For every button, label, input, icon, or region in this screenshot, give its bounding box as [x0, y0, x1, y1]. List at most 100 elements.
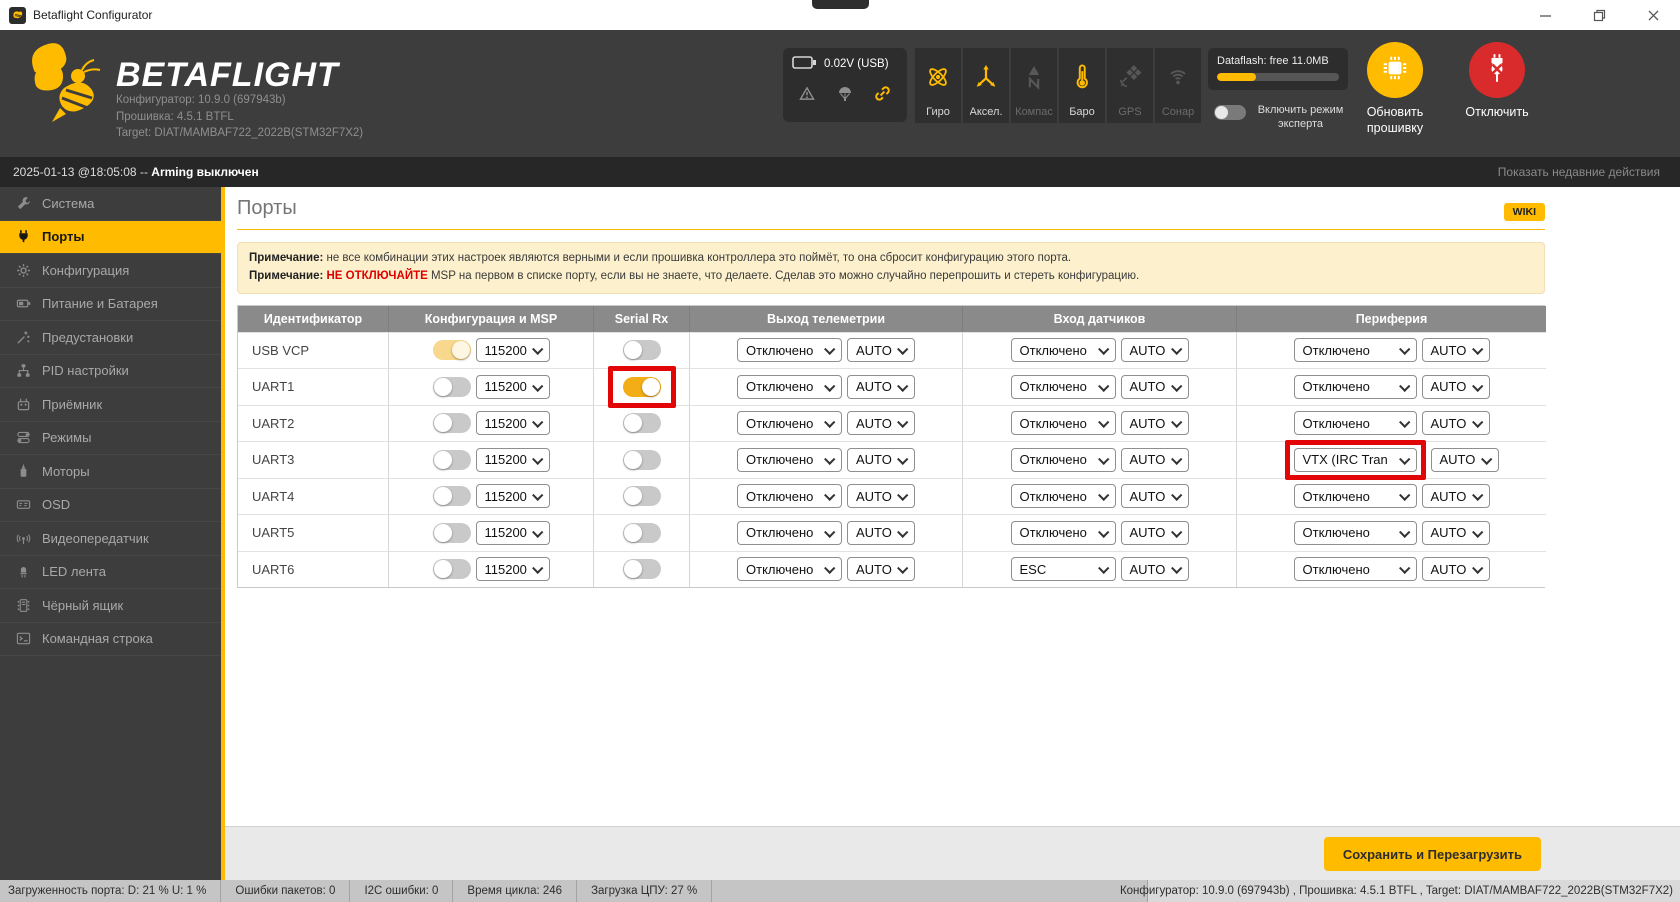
sidebar-item-gear[interactable]: Конфигурация	[0, 254, 221, 288]
telemetry-baud-select[interactable]: AUTO	[847, 338, 915, 363]
serial-rx-toggle[interactable]	[622, 486, 661, 507]
sensor-baud-select[interactable]: AUTO	[1120, 411, 1189, 436]
sidebar-item-plug[interactable]: Порты	[0, 220, 221, 254]
save-reboot-button[interactable]: Сохранить и Перезагрузить	[1323, 837, 1541, 871]
sensor-input-select[interactable]: Отключено	[1010, 520, 1116, 545]
sensor-label: GPS	[1118, 106, 1142, 118]
sensor-input-cell: Отключено AUTO	[963, 331, 1237, 369]
restore-button[interactable]	[1572, 0, 1626, 30]
sensor-input-cell: Отключено AUTO	[963, 368, 1237, 405]
telemetry-select[interactable]: Отключено	[737, 557, 842, 582]
serial-rx-toggle[interactable]	[622, 449, 661, 470]
sensor-baud-select[interactable]: AUTO	[1120, 557, 1189, 582]
telemetry-baud-select[interactable]: AUTO	[847, 484, 915, 509]
telemetry-select[interactable]: Отключено	[737, 484, 842, 509]
telemetry-select[interactable]: Отключено	[737, 520, 842, 545]
telemetry-baud-select[interactable]: AUTO	[847, 557, 915, 582]
msp-baud-select[interactable]: 115200	[475, 338, 550, 363]
peripheral-select[interactable]: Отключено	[1293, 484, 1417, 509]
telemetry-baud-select[interactable]: AUTO	[847, 374, 915, 399]
serial-rx-toggle[interactable]	[622, 413, 661, 434]
msp-baud-select[interactable]: 115200	[475, 484, 550, 509]
sidebar-item-label: Приёмник	[42, 396, 103, 412]
msp-toggle[interactable]	[432, 340, 471, 361]
sonar-icon	[1165, 48, 1191, 106]
sensor-baud-select[interactable]: AUTO	[1120, 338, 1189, 363]
update-firmware-button[interactable]: Обновить прошивку	[1340, 42, 1450, 136]
serial-rx-toggle[interactable]	[622, 340, 661, 361]
peripheral-baud-select[interactable]: AUTO	[1421, 484, 1490, 509]
sidebar-item-terminal[interactable]: Командная строка	[0, 623, 221, 656]
msp-baud-select[interactable]: 115200	[475, 520, 550, 545]
sidebar-item-wrench[interactable]: Система	[0, 187, 221, 221]
peripheral-baud-select[interactable]: AUTO	[1430, 447, 1499, 472]
telemetry-select[interactable]: Отключено	[737, 447, 842, 472]
telemetry-baud-select[interactable]: AUTO	[847, 447, 915, 472]
expert-mode-label: Включить режим эксперта	[1257, 104, 1344, 131]
expert-mode-toggle[interactable]	[1214, 105, 1246, 120]
sensor-input-select[interactable]: Отключено	[1010, 484, 1116, 509]
telemetry-select[interactable]: Отключено	[737, 374, 842, 399]
peripheral-baud-select[interactable]: AUTO	[1421, 520, 1490, 545]
peripheral-baud-select[interactable]: AUTO	[1421, 374, 1490, 399]
telemetry-baud-select[interactable]: AUTO	[847, 411, 915, 436]
telemetry-select[interactable]: Отключено	[737, 411, 842, 436]
sidebar-item-wand[interactable]: Предустановки	[0, 321, 221, 355]
sidebar-item-antenna[interactable]: Видеопередатчик	[0, 522, 221, 556]
peripheral-baud-select[interactable]: AUTO	[1421, 411, 1490, 436]
sidebar-item-battery[interactable]: Питание и Батарея	[0, 288, 221, 321]
sensor-status-bar: Гиро Аксел. Компас Баро GPS Сонар	[915, 48, 1201, 123]
serial-rx-toggle[interactable]	[622, 376, 661, 397]
port-identifier: UART1	[238, 368, 389, 405]
sidebar-item-label: Видеопередатчик	[42, 530, 149, 546]
msp-toggle[interactable]	[432, 522, 471, 543]
msp-baud-select[interactable]: 115200	[475, 374, 550, 399]
peripheral-select[interactable]: Отключено	[1293, 520, 1417, 545]
sensor-baud-select[interactable]: AUTO	[1120, 484, 1189, 509]
sensor-input-select[interactable]: Отключено	[1010, 338, 1116, 363]
peripheral-select[interactable]: Отключено	[1293, 411, 1417, 436]
sidebar-item-toggles[interactable]: Режимы	[0, 422, 221, 455]
sensor-input-select[interactable]: Отключено	[1010, 411, 1116, 436]
wiki-button[interactable]: WIKI	[1503, 203, 1545, 221]
sidebar-item-osd[interactable]: OSD	[0, 489, 221, 522]
peripheral-baud-select[interactable]: AUTO	[1421, 557, 1490, 582]
peripheral-select[interactable]: Отключено	[1293, 557, 1417, 582]
sensor-baud-select[interactable]: AUTO	[1120, 374, 1189, 399]
sidebar-item-label: Система	[42, 195, 95, 211]
sidebar-item-led[interactable]: LED лента	[0, 556, 221, 589]
serial-rx-cell	[594, 365, 690, 408]
sidebar-item-transmitter[interactable]: Приёмник	[0, 388, 221, 422]
msp-baud-select[interactable]: 115200	[475, 447, 550, 472]
msp-toggle[interactable]	[432, 449, 471, 470]
telemetry-baud-select[interactable]: AUTO	[847, 520, 915, 545]
sensor-input-select[interactable]: Отключено	[1010, 447, 1116, 472]
wrench-icon	[13, 196, 33, 211]
serial-rx-toggle[interactable]	[622, 559, 661, 580]
disconnect-button[interactable]: Отключить	[1442, 42, 1552, 121]
sensor-input-select[interactable]: ESC	[1010, 557, 1116, 582]
sidebar-item-blackbox[interactable]: Чёрный ящик	[0, 589, 221, 623]
peripheral-select[interactable]: Отключено	[1293, 374, 1417, 399]
msp-baud-select[interactable]: 115200	[475, 557, 550, 582]
serial-rx-toggle[interactable]	[622, 522, 661, 543]
msp-toggle[interactable]	[432, 376, 471, 397]
telemetry-select[interactable]: Отключено	[737, 338, 842, 363]
msp-toggle[interactable]	[432, 413, 471, 434]
telemetry-cell: Отключено AUTO	[690, 404, 963, 442]
minimize-button[interactable]	[1518, 0, 1572, 30]
close-button[interactable]	[1626, 0, 1680, 30]
sidebar-item-motor[interactable]: Моторы	[0, 455, 221, 489]
peripheral-baud-select[interactable]: AUTO	[1421, 338, 1490, 363]
msp-baud-select[interactable]: 115200	[475, 411, 550, 436]
peripheral-select[interactable]: VTX (IRC Tran	[1293, 447, 1417, 472]
sensor-baud-select[interactable]: AUTO	[1120, 447, 1189, 472]
peripheral-select[interactable]: Отключено	[1293, 338, 1417, 363]
sensor-input-select[interactable]: Отключено	[1010, 374, 1116, 399]
sensor-baud-select[interactable]: AUTO	[1120, 520, 1189, 545]
msp-toggle[interactable]	[432, 559, 471, 580]
sensor-input-cell: Отключено AUTO	[963, 404, 1237, 442]
msp-toggle[interactable]	[432, 486, 471, 507]
show-log-link[interactable]: Показать недавние действия	[1498, 165, 1660, 179]
sidebar-item-sitemap[interactable]: PID настройки	[0, 355, 221, 388]
